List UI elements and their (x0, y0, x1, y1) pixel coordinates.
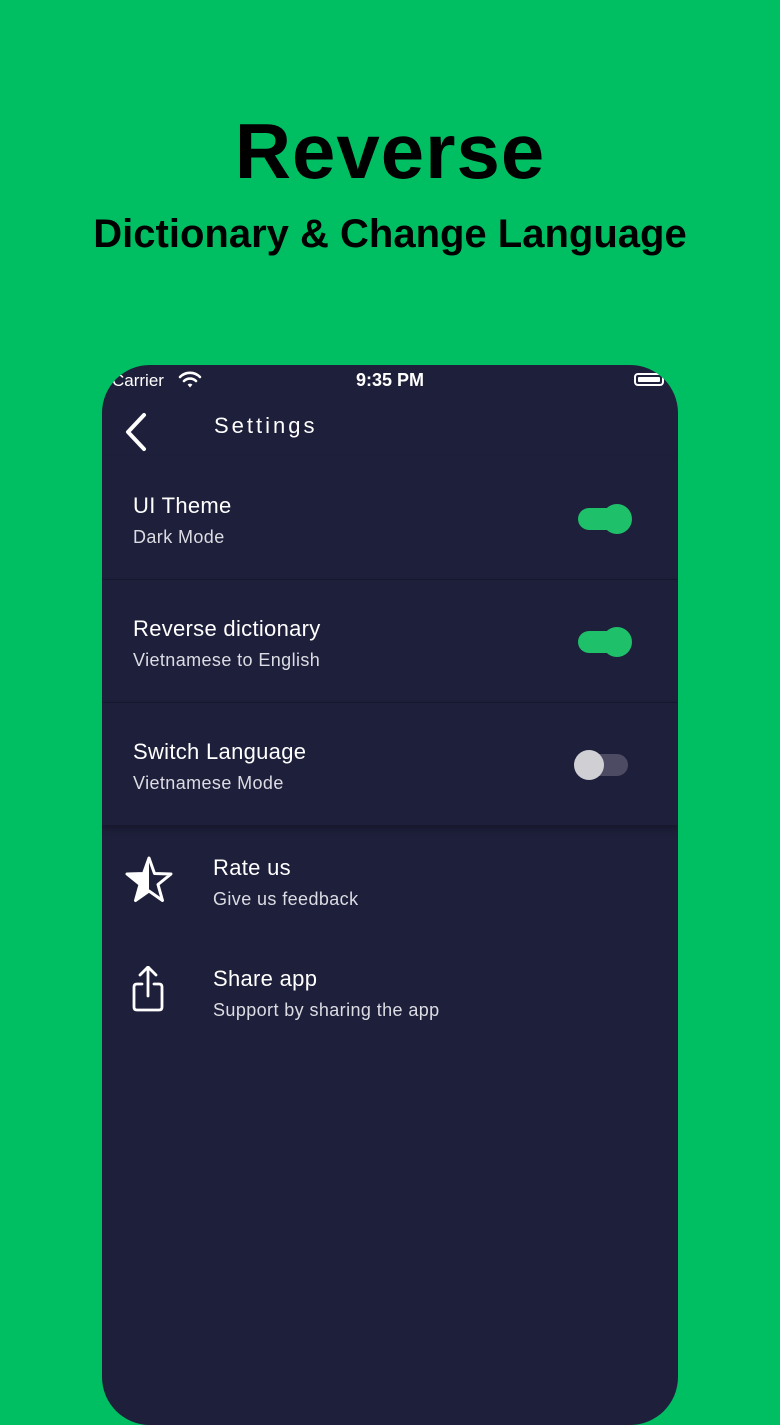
setting-row-switch-language: Switch Language Vietnamese Mode (102, 703, 678, 825)
reverse-dictionary-toggle[interactable] (574, 625, 634, 659)
star-icon (124, 855, 174, 905)
ui-theme-toggle[interactable] (574, 502, 634, 536)
page-title: Settings (214, 413, 318, 438)
rate-us-row[interactable]: Rate us Give us feedback (102, 855, 678, 955)
setting-title: UI Theme (133, 493, 232, 518)
status-time: 9:35 PM (355, 370, 425, 390)
battery-icon (634, 373, 664, 386)
setting-subtitle: Dark Mode (133, 527, 225, 547)
banner-subtitle: Dictionary & Change Language (93, 212, 687, 256)
share-app-subtitle: Support by sharing the app (213, 1000, 440, 1020)
banner-title: Reverse (234, 107, 546, 195)
share-icon (124, 965, 174, 1016)
setting-row-ui-theme: UI Theme Dark Mode (102, 457, 678, 579)
setting-title: Switch Language (133, 739, 307, 764)
setting-row-reverse-dictionary: Reverse dictionary Vietnamese to English (102, 580, 678, 702)
rate-us-title: Rate us (213, 855, 291, 880)
nav-bar (102, 401, 678, 461)
setting-subtitle: Vietnamese Mode (133, 773, 284, 793)
setting-subtitle: Vietnamese to English (133, 650, 321, 670)
phone-screen: Carrier 9:35 PM Settings UI Theme Dark M… (102, 365, 678, 1425)
status-bar: Carrier 9:35 PM (102, 365, 678, 397)
chevron-left-icon[interactable] (116, 411, 152, 453)
share-app-title: Share app (213, 966, 318, 991)
switch-language-toggle[interactable] (574, 748, 634, 782)
rate-us-subtitle: Give us feedback (213, 889, 359, 909)
share-app-row[interactable]: Share app Support by sharing the app (102, 965, 678, 1066)
setting-title: Reverse dictionary (133, 616, 321, 641)
